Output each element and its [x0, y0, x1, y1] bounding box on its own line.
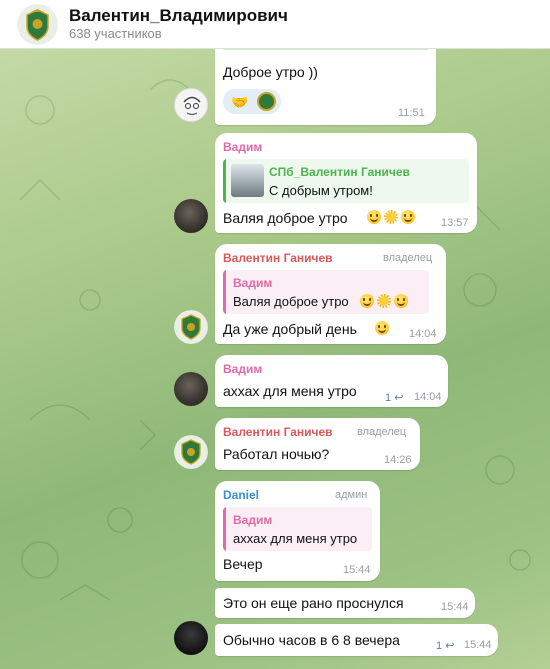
sender-role-badge: владелец [383, 252, 433, 264]
group-emblem-icon[interactable] [17, 4, 58, 45]
quote-sender: Вадим [233, 276, 273, 290]
user-avatar[interactable] [174, 621, 208, 655]
chat-header[interactable]: Валентин_Владимирович 638 участников [0, 0, 550, 49]
smile-icon [394, 294, 408, 308]
message-bubble[interactable]: Это он еще рано проснулся 15:44 [215, 588, 475, 618]
sender-role-badge: владелец [357, 426, 407, 438]
sender-role-badge: админ [335, 489, 368, 501]
emoji-row [367, 210, 415, 224]
quote-sender: СПб_Валентин Ганичев [269, 165, 410, 179]
user-avatar[interactable] [174, 88, 208, 122]
sender-name[interactable]: Валентин Ганичев [223, 251, 333, 265]
message-text: Обычно часов в 6 8 вечера [223, 632, 400, 648]
message-time: 15:44 [464, 639, 492, 651]
message-time: 14:04 [414, 391, 442, 403]
message-text: Доброе утро )) [223, 64, 318, 80]
replies-count: 1 [385, 392, 392, 404]
sun-icon [377, 294, 391, 308]
message-bubble[interactable]: Доброе утро )) 🤝 11:51 [215, 36, 436, 125]
sender-name[interactable]: Вадим [223, 362, 262, 376]
participants-count: 638 участников [69, 26, 162, 41]
message-time: 11:51 [398, 107, 425, 119]
user-avatar[interactable] [174, 199, 208, 233]
smile-icon [375, 321, 389, 335]
quote-bar [223, 270, 226, 314]
user-avatar[interactable] [174, 435, 208, 469]
quote-bar [223, 507, 226, 551]
message-bubble[interactable]: Валентин Ганичев владелец Вадим Валяя до… [215, 244, 446, 344]
reactor-avatar [257, 92, 276, 111]
message-text: Это он еще рано проснулся [223, 595, 404, 611]
quote-thumbnail [231, 164, 264, 197]
reply-quote[interactable]: Вадим Валяя доброе утро [223, 270, 429, 314]
reactions-row[interactable]: 🤝 [223, 89, 281, 114]
chat-title: Валентин_Владимирович [69, 6, 288, 25]
message-bubble[interactable]: Обычно часов в 6 8 вечера 1 ↩ 15:44 [215, 624, 498, 656]
reply-quote[interactable]: Вадим аххах для меня утро [223, 507, 372, 551]
message-time: 15:44 [441, 601, 469, 613]
message-text: Вечер [223, 556, 263, 572]
message-time: 15:44 [343, 564, 371, 576]
message-bubble[interactable]: Вадим аххах для меня утро 1 ↩ 14:04 [215, 355, 448, 407]
message-text: Валяя доброе утро [223, 210, 348, 226]
message-text: аххах для меня утро [223, 383, 357, 399]
smile-icon [360, 294, 374, 308]
emoji-row [360, 294, 408, 308]
message-bubble[interactable]: Валентин Ганичев владелец Работал ночью?… [215, 418, 420, 470]
message-text: Работал ночью? [223, 446, 330, 462]
sender-name[interactable]: Daniel [223, 488, 259, 502]
emoji-row [375, 321, 389, 335]
message-time: 14:04 [409, 328, 437, 340]
message-bubble[interactable]: Вадим СПб_Валентин Ганичев С добрым утро… [215, 133, 477, 233]
quote-sender: Вадим [233, 513, 273, 527]
reply-quote[interactable]: СПб_Валентин Ганичев С добрым утром! [223, 159, 469, 203]
replies-counter[interactable]: 1 ↩ [436, 639, 454, 652]
quote-text: С добрым утром! [269, 183, 373, 198]
sender-name[interactable]: Вадим [223, 140, 262, 154]
reply-arrow-icon: ↩ [394, 392, 404, 404]
quote-text: аххах для меня утро [233, 531, 358, 546]
message-time: 14:26 [384, 454, 412, 466]
quote-text: Валяя доброе утро [233, 294, 349, 309]
sun-icon [384, 210, 398, 224]
quote-bar [223, 159, 226, 203]
message-text: Да уже добрый день [223, 321, 357, 337]
sender-name[interactable]: Валентин Ганичев [223, 425, 333, 439]
replies-counter[interactable]: 1 ↩ [385, 391, 403, 404]
message-time: 13:57 [441, 217, 469, 229]
user-avatar[interactable] [174, 372, 208, 406]
handshake-icon: 🤝 [231, 94, 249, 110]
user-avatar[interactable] [174, 310, 208, 344]
smile-icon [367, 210, 381, 224]
replies-count: 1 [436, 640, 443, 652]
message-bubble[interactable]: Daniel админ Вадим аххах для меня утро В… [215, 481, 380, 581]
reply-arrow-icon: ↩ [445, 640, 455, 652]
smile-icon [401, 210, 415, 224]
